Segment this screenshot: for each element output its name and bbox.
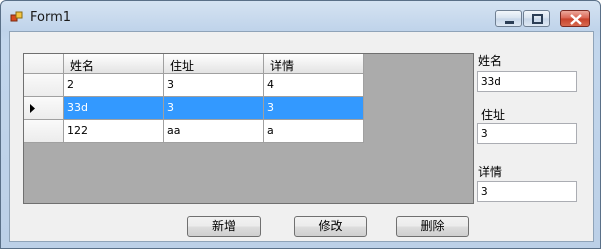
title-bar[interactable]: Form1	[1, 1, 600, 31]
row-header[interactable]	[24, 74, 64, 97]
column-header-detail[interactable]: 详情	[264, 54, 364, 74]
detail-field[interactable]: 3	[477, 181, 577, 202]
column-header-name[interactable]: 姓名	[64, 54, 164, 74]
app-icon	[10, 11, 23, 22]
edit-button[interactable]: 修改	[294, 216, 367, 237]
grid-cell[interactable]: 3	[264, 97, 364, 120]
grid-corner-header[interactable]	[24, 54, 64, 74]
grid-cell[interactable]: 122	[64, 120, 164, 143]
name-field[interactable]: 33d	[477, 71, 577, 92]
address-label: 住址	[481, 108, 506, 122]
grid-cell[interactable]: 4	[264, 74, 364, 97]
name-label: 姓名	[478, 54, 503, 68]
detail-label: 详情	[478, 165, 503, 179]
delete-button[interactable]: 删除	[396, 216, 469, 237]
close-button[interactable]	[560, 10, 590, 27]
window-title: Form1	[30, 10, 72, 25]
minimize-button[interactable]	[495, 10, 522, 27]
row-header[interactable]	[24, 97, 64, 120]
current-row-arrow-icon	[30, 104, 35, 113]
column-header-address[interactable]: 住址	[164, 54, 264, 74]
add-button[interactable]: 新增	[187, 216, 261, 237]
form-client-area: 姓名 住址 详情 2 3 4 33d 3 3 122 aa a 姓名 33d 住…	[9, 31, 594, 242]
app-window: Form1 姓名 住址 详情 2 3 4 33d 3 3 122 aa a 姓名…	[0, 0, 601, 249]
maximize-icon	[532, 14, 543, 24]
grid-cell[interactable]: 33d	[64, 97, 164, 120]
grid-cell[interactable]: a	[264, 120, 364, 143]
row-header[interactable]	[24, 120, 64, 143]
grid-cell[interactable]: aa	[164, 120, 264, 143]
grid-cell[interactable]: 3	[164, 74, 264, 97]
minimize-icon	[505, 21, 514, 24]
grid-cell[interactable]: 2	[64, 74, 164, 97]
address-field[interactable]: 3	[477, 123, 577, 144]
data-grid[interactable]: 姓名 住址 详情 2 3 4 33d 3 3 122 aa a	[23, 53, 474, 204]
maximize-button[interactable]	[523, 10, 550, 27]
grid-cell[interactable]: 3	[164, 97, 264, 120]
close-icon	[570, 14, 582, 25]
